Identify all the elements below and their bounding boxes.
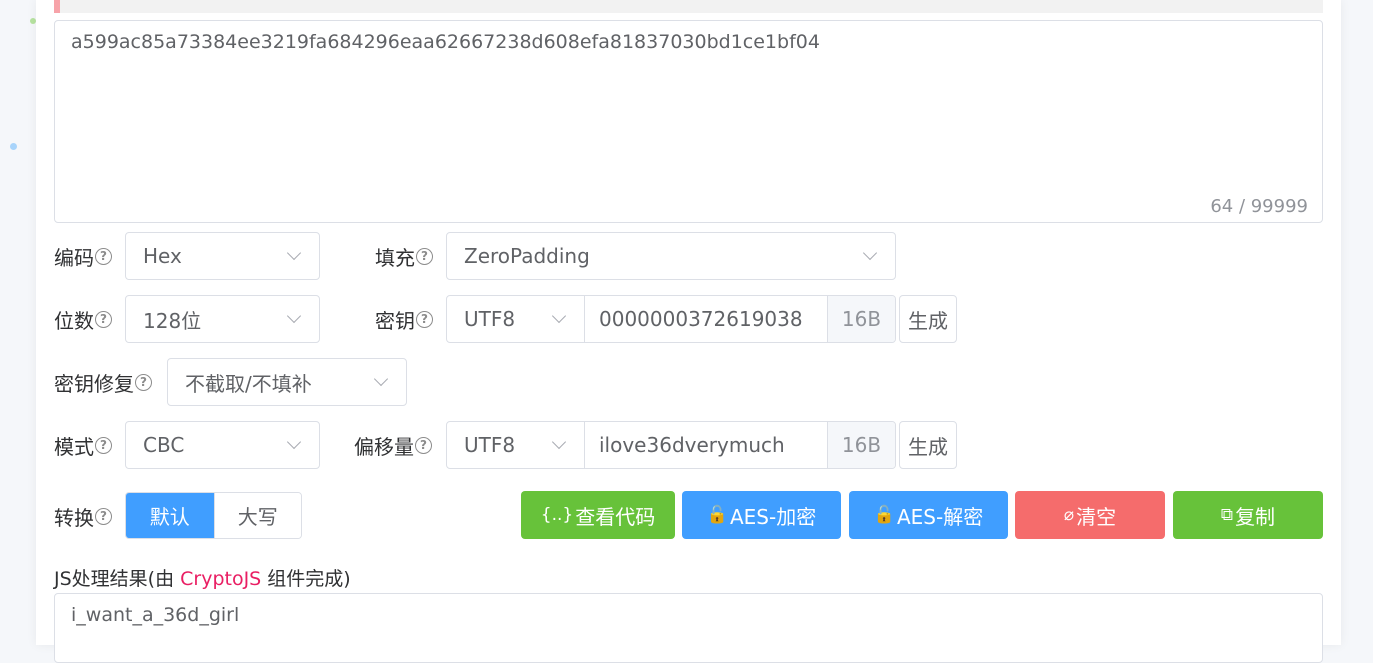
iv-label: 偏移量? <box>354 421 432 469</box>
padding-label: 填充? <box>375 232 433 280</box>
unlock-icon: 🔓 <box>706 505 728 525</box>
copy-button[interactable]: ⧉ 复制 <box>1173 491 1323 539</box>
encoding-select[interactable]: Hex <box>125 232 320 280</box>
copy-icon: ⧉ <box>1220 505 1234 525</box>
iv-charset-select[interactable]: UTF8 <box>447 422 585 468</box>
chevron-down-icon <box>373 371 389 387</box>
input-textarea[interactable]: a599ac85a73384ee3219fa684296eaa62667238d… <box>54 20 1323 223</box>
mode-label: 模式? <box>54 421 112 469</box>
cryptojs-link[interactable]: CryptoJS <box>180 568 261 590</box>
background-dot <box>10 143 17 150</box>
key-size-label: 16B <box>827 296 895 342</box>
key-input-group: UTF8 0000000372619038 16B <box>446 295 896 343</box>
help-icon[interactable]: ? <box>415 436 432 454</box>
chevron-down-icon <box>286 245 302 261</box>
encoding-label: 编码? <box>54 232 112 280</box>
help-icon[interactable]: ? <box>95 247 112 265</box>
key-charset-select[interactable]: UTF8 <box>447 296 585 342</box>
chevron-down-icon <box>286 434 302 450</box>
help-icon[interactable]: ? <box>95 436 112 454</box>
clear-button[interactable]: ⌀ 清空 <box>1015 491 1165 539</box>
iv-input-group: UTF8 ilove36dverymuch 16B <box>446 421 896 469</box>
mode-select[interactable]: CBC <box>125 421 320 469</box>
convert-option-default[interactable]: 默认 <box>126 493 214 538</box>
result-textarea[interactable]: i_want_a_36d_girl <box>54 593 1323 663</box>
input-text: a599ac85a73384ee3219fa684296eaa62667238d… <box>71 31 820 53</box>
chevron-down-icon <box>551 434 567 450</box>
result-label: JS处理结果(由 CryptoJS 组件完成) <box>54 568 351 590</box>
chevron-down-icon <box>551 308 567 324</box>
convert-radio-group: 默认 大写 <box>125 492 302 539</box>
key-repair-label: 密钥修复? <box>54 358 152 406</box>
top-alert-bar <box>54 0 1323 13</box>
chevron-down-icon <box>286 308 302 324</box>
iv-input[interactable]: ilove36dverymuch <box>585 422 827 468</box>
key-repair-select[interactable]: 不截取/不填补 <box>167 358 407 406</box>
aes-encrypt-button[interactable]: 🔓 AES-加密 <box>682 491 841 539</box>
code-icon: {..} <box>540 505 574 525</box>
convert-label: 转换? <box>54 492 112 540</box>
key-input[interactable]: 0000000372619038 <box>585 296 827 342</box>
padding-select[interactable]: ZeroPadding <box>446 232 896 280</box>
aes-decrypt-button[interactable]: 🔓 AES-解密 <box>849 491 1008 539</box>
help-icon[interactable]: ? <box>416 247 433 265</box>
bits-select[interactable]: 128位 <box>125 295 320 343</box>
help-icon[interactable]: ? <box>135 373 152 391</box>
convert-option-uppercase[interactable]: 大写 <box>213 493 301 538</box>
chevron-down-icon <box>862 245 878 261</box>
key-generate-button[interactable]: 生成 <box>899 295 957 343</box>
help-icon[interactable]: ? <box>95 507 112 525</box>
key-label: 密钥? <box>375 295 433 343</box>
char-counter: 64 / 99999 <box>1210 196 1308 217</box>
unlock-icon: 🔓 <box>873 505 895 525</box>
iv-generate-button[interactable]: 生成 <box>899 421 957 469</box>
help-icon[interactable]: ? <box>95 310 112 328</box>
bits-label: 位数? <box>54 295 112 343</box>
eraser-icon: ⌀ <box>1063 505 1075 525</box>
iv-size-label: 16B <box>827 422 895 468</box>
view-code-button[interactable]: {..} 查看代码 <box>521 491 675 539</box>
help-icon[interactable]: ? <box>416 310 433 328</box>
result-text: i_want_a_36d_girl <box>71 604 240 626</box>
